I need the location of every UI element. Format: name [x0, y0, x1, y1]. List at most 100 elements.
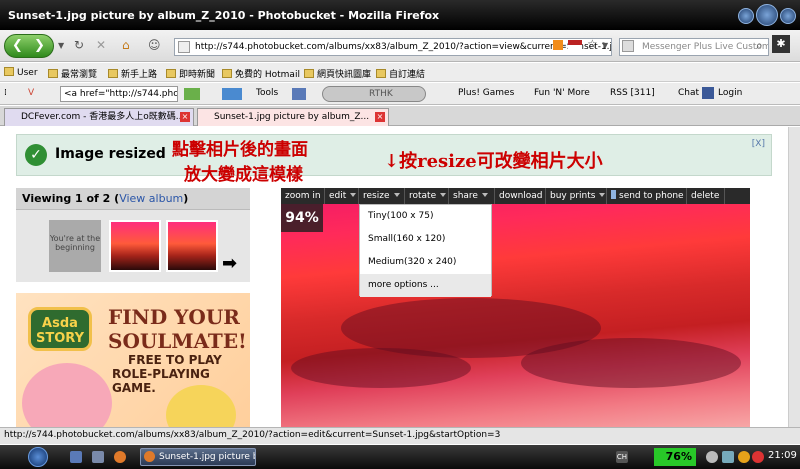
close-tab-icon[interactable]: ×: [180, 112, 190, 122]
addon-gear-icon[interactable]: ✱: [772, 35, 790, 53]
folder-icon: [4, 67, 14, 76]
toolbar-logo-icon[interactable]: V: [28, 88, 34, 98]
tools-menu[interactable]: Tools: [256, 88, 278, 98]
edit-button[interactable]: edit: [325, 188, 359, 204]
tab-photobucket[interactable]: Sunset-1.jpg picture by album_Z... ×: [197, 108, 389, 126]
bookmark-item[interactable]: 免費的 Hotmail: [222, 67, 300, 80]
bookmark-item[interactable]: User: [4, 67, 38, 78]
tab-dcfever[interactable]: DCFever.com - 香港最多人上o既數碼... ×: [4, 108, 194, 126]
send-to-phone-button[interactable]: send to phone: [607, 188, 687, 204]
facebook-icon: [702, 87, 714, 99]
search-input[interactable]: Messenger Plus Live Custom: [619, 38, 769, 56]
refresh-icon[interactable]: [184, 88, 200, 100]
sunset-photo[interactable]: [281, 188, 750, 427]
resize-option-tiny[interactable]: Tiny(100 x 75): [360, 205, 491, 228]
tray-ch-icon[interactable]: CH: [616, 451, 628, 463]
rotate-button[interactable]: rotate: [405, 188, 449, 204]
close-tab-icon[interactable]: ×: [375, 112, 385, 122]
display-icon[interactable]: [222, 88, 242, 100]
history-dropdown-icon[interactable]: ▼: [58, 41, 64, 50]
status-bar: http://s744.photobucket.com/albums/xx83/…: [0, 427, 800, 444]
annotation-line-2: 放大變成這模樣: [184, 165, 303, 185]
minimize-button[interactable]: [738, 8, 754, 24]
maximize-button[interactable]: [756, 4, 778, 26]
buy-prints-button[interactable]: buy prints: [546, 188, 607, 204]
back-arrow-icon[interactable]: ❮: [12, 38, 23, 53]
image-resized-message: Image resized: [55, 146, 166, 162]
url-dropdown-icon[interactable]: ▼: [602, 41, 608, 50]
search-engine-icon[interactable]: [622, 40, 634, 52]
resize-dropdown-menu: Tiny(100 x 75) Small(160 x 120) Medium(3…: [359, 204, 492, 297]
status-text: http://s744.photobucket.com/albums/xx83/…: [4, 430, 501, 440]
advertisement[interactable]: Asda STORY FIND YOUR SOULMATE! FREE TO PL…: [16, 293, 250, 427]
flag-icon: [568, 40, 582, 50]
thumbnail-next[interactable]: [166, 220, 218, 272]
toolbar-grip-icon: ⁞: [4, 88, 7, 98]
page-icon: [108, 69, 118, 78]
page-icon: [166, 69, 176, 78]
url-input[interactable]: http://s744.photobucket.com/albums/xx83/…: [174, 38, 612, 56]
tray-volume-icon[interactable]: [706, 451, 718, 463]
rss-feed-icon[interactable]: [553, 40, 563, 50]
plus-games-button[interactable]: Plus! Games: [458, 88, 514, 98]
phone-icon: [611, 190, 616, 199]
navigation-bar: ❮ ❯ ▼ ↻ ✕ ⌂ ☺ http://s744.photobucket.co…: [0, 30, 800, 62]
page-icon: [304, 69, 314, 78]
login-button[interactable]: Login: [718, 88, 742, 98]
forward-arrow-icon[interactable]: ❯: [34, 38, 45, 53]
ad-subline-1: FREE TO PLAY: [128, 353, 222, 367]
switch-windows-icon[interactable]: [92, 451, 104, 463]
windows-taskbar: Sunset-1.jpg picture b... CH 76% 21:09: [0, 445, 800, 469]
home-icon[interactable]: ⌂: [122, 38, 130, 52]
download-button[interactable]: download: [495, 188, 546, 204]
addon-toolbar: ⁞ V <a href="http://s744.pho Tools RTHK …: [0, 83, 800, 105]
thumbnail-current[interactable]: [109, 220, 161, 272]
resize-button[interactable]: resize: [359, 188, 405, 204]
back-forward-buttons[interactable]: ❮ ❯: [4, 34, 54, 58]
taskbar-firefox-window[interactable]: Sunset-1.jpg picture b...: [140, 448, 256, 466]
media-icon[interactable]: [292, 88, 306, 100]
ad-logo: Asda STORY: [28, 307, 92, 351]
share-button[interactable]: share: [449, 188, 495, 204]
bookmark-item[interactable]: 最常瀏覽: [48, 67, 97, 80]
messenger-icon[interactable]: ☺: [148, 38, 161, 52]
zoom-in-button[interactable]: zoom in: [281, 188, 325, 204]
bookmarks-bar: User 最常瀏覽 新手上路 即時新聞 免費的 Hotmail 網頁快訊圖庫 自…: [0, 63, 800, 82]
tray-app-icon[interactable]: [752, 451, 764, 463]
bookmark-star-icon[interactable]: ☆: [587, 37, 598, 51]
delete-button[interactable]: delete: [687, 188, 725, 204]
stop-icon[interactable]: ✕: [96, 38, 106, 52]
rss-button[interactable]: RSS [311]: [610, 88, 655, 98]
firefox-icon: [144, 451, 155, 462]
next-arrow-icon[interactable]: ➡: [222, 253, 237, 274]
bookmark-item[interactable]: 網頁快訊圖庫: [304, 67, 371, 80]
annotation-line-1: 點擊相片後的畫面: [172, 140, 308, 160]
close-button[interactable]: [780, 8, 796, 24]
resize-more-options[interactable]: more options ...: [360, 274, 491, 297]
page-content: ✓ Image resized [X] 點擊相片後的畫面 放大變成這模樣 ↓按r…: [0, 127, 788, 427]
resize-option-small[interactable]: Small(160 x 120): [360, 228, 491, 251]
chat-button[interactable]: Chat: [678, 88, 699, 98]
fun-n-more-button[interactable]: Fun 'N' More: [534, 88, 590, 98]
resize-option-medium[interactable]: Medium(320 x 240): [360, 251, 491, 274]
bookmark-item[interactable]: 即時新聞: [166, 67, 215, 80]
taskbar-clock: 21:09: [768, 450, 797, 461]
photo-toolbar: zoom in edit resize rotate share downloa…: [281, 188, 750, 204]
reload-icon[interactable]: ↻: [74, 38, 84, 52]
window-title: Sunset-1.jpg picture by album_Z_2010 - P…: [8, 9, 440, 22]
tray-network-icon[interactable]: [722, 451, 734, 463]
start-button[interactable]: [28, 447, 48, 467]
annotation-line-3: ↓按resize可改變相片大小: [384, 151, 603, 172]
search-icon[interactable]: ⌕: [756, 38, 763, 53]
firefox-icon[interactable]: [114, 451, 126, 463]
show-desktop-icon[interactable]: [70, 451, 82, 463]
toolbar-text-input[interactable]: <a href="http://s744.pho: [60, 86, 178, 102]
check-icon: ✓: [25, 144, 47, 166]
banner-close-button[interactable]: [X]: [752, 139, 765, 149]
vertical-scrollbar[interactable]: [788, 127, 800, 427]
bookmark-item[interactable]: 新手上路: [108, 67, 157, 80]
media-player[interactable]: RTHK: [322, 86, 426, 102]
bookmark-item[interactable]: 自訂連結: [376, 67, 425, 80]
view-album-link[interactable]: View album: [119, 192, 183, 205]
tray-app-icon[interactable]: [738, 451, 750, 463]
